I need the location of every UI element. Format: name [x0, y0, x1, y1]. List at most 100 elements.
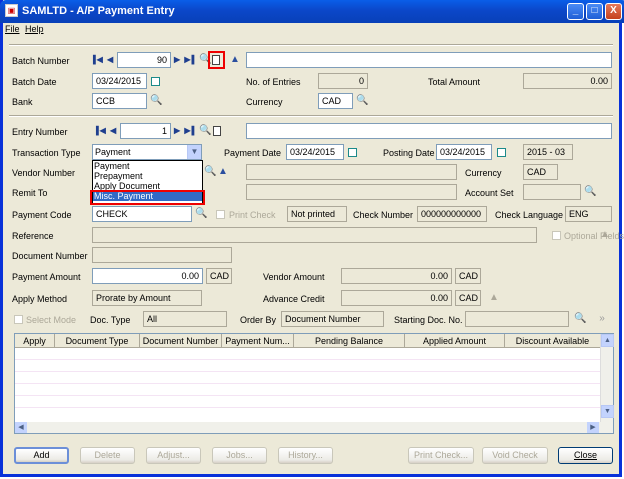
print-check-label: Print Check: [229, 210, 276, 220]
check-language-value: ENG: [565, 206, 612, 222]
check-number-value: 000000000000: [417, 206, 487, 222]
column-apply[interactable]: Apply: [15, 334, 55, 348]
batch-description-field[interactable]: [246, 52, 612, 68]
print-check-checkbox[interactable]: [216, 210, 225, 219]
currency-label: Currency: [246, 97, 283, 107]
option-prepayment[interactable]: Prepayment: [93, 171, 202, 181]
starting-doc-label: Starting Doc. No.: [394, 315, 463, 325]
jobs-button[interactable]: Jobs...: [212, 447, 267, 464]
entry-first-prev-nav[interactable]: ▐◀ ◀: [93, 126, 117, 135]
account-set-finder-icon[interactable]: 🔍: [584, 187, 596, 197]
starting-doc-finder-icon[interactable]: 🔍: [574, 314, 586, 324]
reference-field[interactable]: [92, 227, 537, 243]
option-payment[interactable]: Payment: [93, 161, 202, 171]
window-title: SAMLTD - A/P Payment Entry: [22, 5, 175, 17]
table-row[interactable]: [15, 397, 601, 408]
batch-first-prev-nav[interactable]: ▐◀ ◀: [90, 55, 114, 64]
collapse-up-icon[interactable]: ▲: [600, 230, 610, 240]
column-payment-number[interactable]: Payment Num...: [222, 334, 294, 348]
entries-label: No. of Entries: [246, 77, 301, 87]
remit-to-label: Remit To: [12, 188, 48, 198]
void-check-button[interactable]: Void Check: [482, 447, 548, 464]
transaction-type-select[interactable]: Payment ▼: [92, 144, 202, 160]
table-row[interactable]: [15, 373, 601, 384]
bank-field[interactable]: CCB: [92, 93, 147, 109]
horizontal-scrollbar[interactable]: ◀ ▶: [14, 422, 614, 434]
scroll-up-icon[interactable]: ▲: [601, 334, 614, 347]
vendor-amount-value: 0.00: [341, 268, 452, 284]
payment-amount-field[interactable]: 0.00: [92, 268, 203, 284]
divider: [9, 115, 613, 117]
column-document-number[interactable]: Document Number: [140, 334, 222, 348]
doc-type-value: All: [143, 311, 227, 327]
entry-next-last-nav[interactable]: ▶ ▶▌: [174, 126, 198, 135]
table-row[interactable]: [15, 361, 601, 372]
optional-fields-checkbox[interactable]: [552, 231, 561, 240]
minimize-button[interactable]: _: [567, 3, 584, 20]
scroll-left-icon[interactable]: ◀: [15, 422, 27, 433]
close-window-button[interactable]: X: [605, 3, 622, 20]
batch-number-field[interactable]: 90: [117, 52, 171, 68]
adjust-button[interactable]: Adjust...: [146, 447, 201, 464]
calendar-icon[interactable]: [151, 77, 160, 86]
scroll-right-icon[interactable]: ▶: [587, 422, 599, 433]
go-icon[interactable]: »: [594, 314, 610, 324]
advance-credit-value: 0.00: [341, 290, 452, 306]
payment-code-field[interactable]: CHECK: [92, 206, 192, 222]
currency-finder-icon[interactable]: 🔍: [356, 96, 368, 106]
maximize-button[interactable]: □: [586, 3, 603, 20]
total-amount-value: 0.00: [523, 73, 612, 89]
payment-date-field[interactable]: 03/24/2015: [286, 144, 344, 160]
payment-code-finder-icon[interactable]: 🔍: [195, 209, 207, 219]
batch-currency-field[interactable]: CAD: [318, 93, 353, 109]
select-mode-checkbox[interactable]: [14, 315, 23, 324]
calendar-icon[interactable]: [348, 148, 357, 157]
collapse-up-icon[interactable]: ▲: [230, 55, 240, 65]
optional-fields-label: Optional Fields: [564, 231, 624, 241]
history-button[interactable]: History...: [278, 447, 333, 464]
delete-button[interactable]: Delete: [80, 447, 135, 464]
remit-to-name-field: [246, 184, 457, 200]
vendor-finder-icon[interactable]: 🔍: [204, 167, 216, 177]
table-row[interactable]: [15, 385, 601, 396]
menu-help[interactable]: Help: [25, 24, 44, 34]
collapse-up-icon[interactable]: ▲: [489, 293, 499, 303]
column-document-type[interactable]: Document Type: [55, 334, 140, 348]
scroll-down-icon[interactable]: ▼: [601, 405, 614, 418]
table-row[interactable]: [15, 349, 601, 360]
new-entry-icon[interactable]: [213, 126, 221, 136]
bank-finder-icon[interactable]: 🔍: [150, 96, 162, 106]
entry-number-label: Entry Number: [12, 127, 68, 137]
entry-finder-icon[interactable]: 🔍: [199, 126, 211, 136]
entry-currency-label: Currency: [465, 168, 502, 178]
close-button[interactable]: Close: [558, 447, 613, 464]
bank-label: Bank: [12, 97, 33, 107]
calendar-icon[interactable]: [497, 148, 506, 157]
document-grid[interactable]: Apply Document Type Document Number Paym…: [14, 333, 614, 433]
entry-description-field[interactable]: [246, 123, 612, 139]
check-number-label: Check Number: [353, 210, 414, 220]
batch-number-label: Batch Number: [12, 56, 70, 66]
vertical-scrollbar[interactable]: ▲ ▼: [600, 334, 614, 432]
menu-file[interactable]: File: [5, 24, 20, 34]
entry-number-field[interactable]: 1: [120, 123, 171, 139]
table-row[interactable]: [15, 409, 601, 420]
collapse-up-icon[interactable]: ▲: [218, 167, 228, 177]
posting-date-field[interactable]: 03/24/2015: [436, 144, 492, 160]
document-number-label: Document Number: [12, 251, 88, 261]
app-window: ▣ SAMLTD - A/P Payment Entry _ □ X File …: [0, 0, 624, 477]
vendor-currency-value: CAD: [455, 268, 481, 284]
divider: [9, 44, 613, 46]
column-pending-balance[interactable]: Pending Balance: [294, 334, 405, 348]
batch-next-last-nav[interactable]: ▶ ▶▌: [174, 55, 198, 64]
batch-date-field[interactable]: 03/24/2015: [92, 73, 147, 89]
order-by-value: Document Number: [281, 311, 384, 327]
column-applied-amount[interactable]: Applied Amount: [405, 334, 505, 348]
apply-method-label: Apply Method: [12, 294, 68, 304]
chevron-down-icon[interactable]: ▼: [187, 145, 201, 159]
column-discount-available[interactable]: Discount Available: [505, 334, 601, 348]
total-amount-label: Total Amount: [428, 77, 481, 87]
print-check-button[interactable]: Print Check...: [408, 447, 474, 464]
add-button[interactable]: Add: [14, 447, 69, 464]
fiscal-period-value: 2015 - 03: [523, 144, 573, 160]
